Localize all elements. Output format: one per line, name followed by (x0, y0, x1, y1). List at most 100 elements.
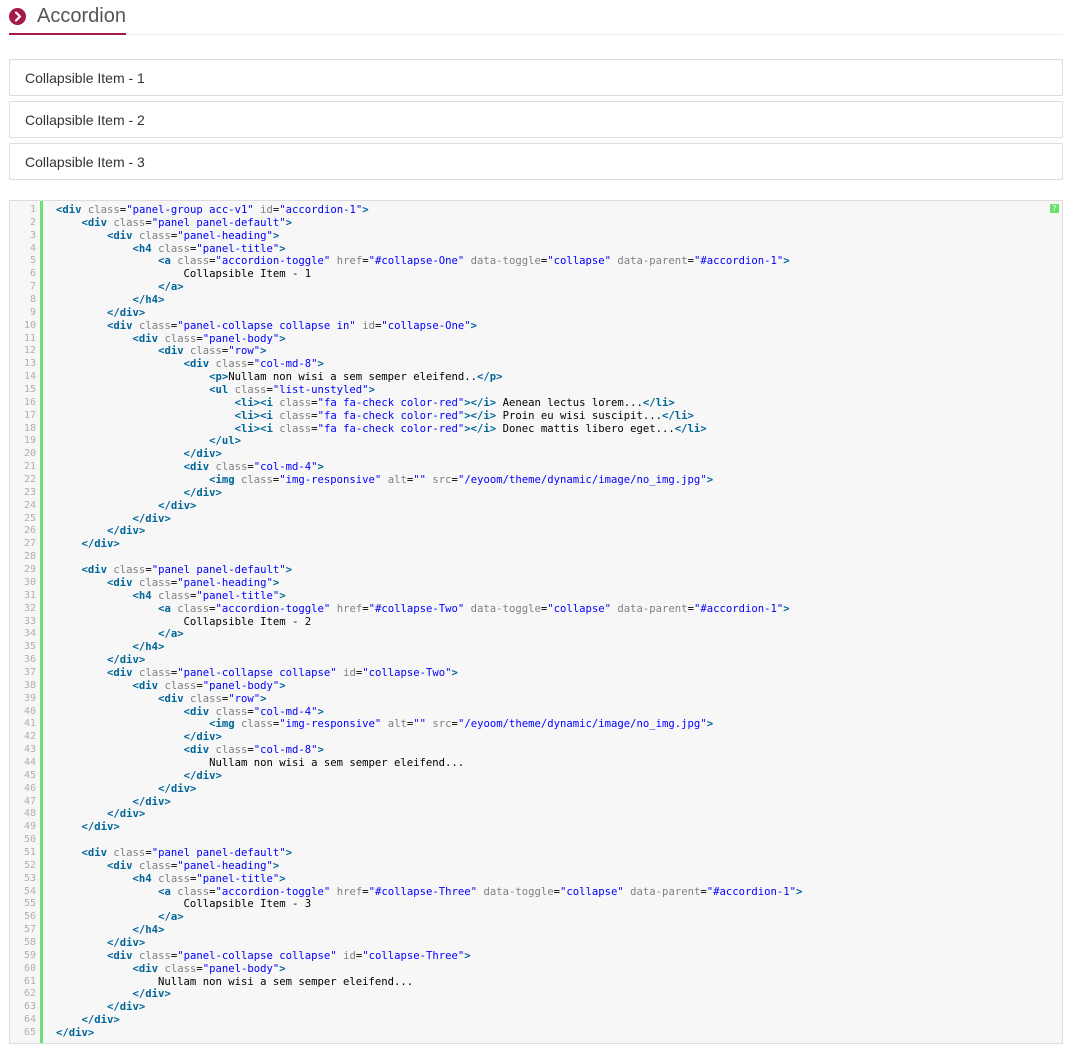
line-number: 32 (23, 602, 36, 614)
code-line: </div> (158, 782, 197, 795)
code-line: </a> (158, 628, 184, 641)
line-number: 52 (23, 859, 36, 871)
code-lines: <div class="panel-group acc-v1" id="acco… (56, 204, 1042, 1040)
line-number: 65 (23, 1027, 36, 1038)
line-number-gutter: 1 2 3 4 5 6 7 8 9 10 11 12 13 14 15 16 17 18 19 20 21 22 23 24 2… (10, 201, 43, 1043)
line-number: 7 (29, 281, 36, 293)
line-number: 61 (23, 975, 36, 987)
line-number: 19 (23, 435, 36, 447)
line-number: 5 (29, 255, 36, 267)
code-line: <h4 class="panel-title"> (132, 872, 286, 885)
line-number: 14 (23, 371, 36, 383)
line-number: 9 (29, 306, 36, 318)
line-number: 21 (23, 461, 36, 473)
line-number: 36 (23, 654, 36, 666)
code-line: </div> (183, 769, 222, 782)
code-line: </div> (183, 448, 222, 461)
line-number: 10 (23, 319, 36, 331)
line-number: 24 (23, 499, 36, 511)
code-line: </a> (158, 911, 184, 924)
code-line: </div> (81, 1014, 120, 1027)
page-title: Accordion (37, 5, 126, 27)
line-number: 3 (29, 229, 36, 241)
code-line: <div class="panel-body"> (132, 679, 286, 692)
title-underline (9, 33, 126, 35)
line-number: 51 (23, 846, 36, 858)
accordion-panel-1[interactable]: Collapsible Item - 1 (9, 59, 1063, 96)
code-line: <div class="col-md-4"> (183, 461, 324, 474)
code-line: <div class="panel-heading"> (107, 576, 280, 589)
code-line: Nullam non wisi a sem semper eleifend... (56, 975, 414, 988)
line-number: 49 (23, 821, 36, 833)
line-number: 60 (23, 962, 36, 974)
line-number: 11 (23, 332, 36, 344)
code-line: </a> (158, 281, 184, 294)
code-line: <ul class="list-unstyled"> (209, 384, 375, 397)
line-number: 48 (23, 808, 36, 820)
code-line: <div class="panel-group acc-v1" id="acco… (56, 204, 369, 216)
accordion-panel-3[interactable]: Collapsible Item - 3 (9, 143, 1063, 180)
line-number: 29 (23, 564, 36, 576)
line-number: 53 (23, 872, 36, 884)
line-number: 27 (23, 538, 36, 550)
code-line: Nullam non wisi a sem semper eleifend... (56, 756, 465, 769)
line-number: 45 (23, 769, 36, 781)
line-number: 33 (23, 615, 36, 627)
line-number: 12 (23, 345, 36, 357)
line-number: 59 (23, 949, 36, 961)
code-line: </div> (81, 821, 120, 834)
code-line: <div class="panel-body"> (132, 332, 286, 345)
code-line: <div class="panel-body"> (132, 962, 286, 975)
line-number: 30 (23, 576, 36, 588)
help-icon[interactable]: ? (1050, 204, 1059, 213)
code-line: <div class="panel-heading"> (107, 859, 280, 872)
code-line: <a class="accordion-toggle" href="#colla… (158, 602, 790, 615)
line-number: 47 (23, 795, 36, 807)
code-line: <div class="row"> (158, 692, 267, 705)
code-line: <img class="img-responsive" alt="" src="… (209, 718, 714, 731)
line-number: 16 (23, 396, 36, 408)
code-line: </h4> (132, 641, 165, 654)
line-number: 43 (23, 744, 36, 756)
line-number: 44 (23, 756, 36, 768)
accordion-toggle-2[interactable]: Collapsible Item - 2 (25, 112, 145, 128)
line-number: 50 (23, 834, 36, 846)
code-block[interactable]: 1 2 3 4 5 6 7 8 9 10 11 12 13 14 15 16 17 18 19 20 21 22 23 24 2… (9, 200, 1063, 1044)
line-number: 63 (23, 1001, 36, 1013)
code-line: Collapsible Item - 1 (56, 268, 312, 281)
accordion-panel-2[interactable]: Collapsible Item - 2 (9, 101, 1063, 138)
line-number: 23 (23, 486, 36, 498)
code-line: </div> (107, 525, 146, 538)
code-line: <img class="img-responsive" alt="" src="… (209, 474, 714, 487)
line-number: 20 (23, 448, 36, 460)
line-number: 8 (29, 294, 36, 306)
code-line: <div class="panel-collapse collapse" id=… (107, 949, 471, 962)
line-number: 64 (23, 1014, 36, 1026)
code-line: </ul> (209, 435, 241, 448)
line-number: 57 (23, 924, 36, 936)
code-line: </h4> (132, 924, 165, 937)
line-number: 13 (23, 358, 36, 370)
code-line: </div> (132, 988, 171, 1001)
line-number: 62 (23, 988, 36, 1000)
code-line: <div class="col-md-8"> (183, 358, 324, 371)
line-number: 46 (23, 782, 36, 794)
code-line: </div> (81, 538, 120, 551)
code-line: </div> (107, 808, 146, 821)
accordion-toggle-3[interactable]: Collapsible Item - 3 (25, 154, 145, 170)
line-number: 26 (23, 525, 36, 537)
code-line: </div> (132, 795, 171, 808)
line-number: 4 (29, 242, 36, 254)
code-line: <h4 class="panel-title"> (132, 242, 286, 255)
code-line: <div class="panel-heading"> (107, 229, 280, 242)
line-number: 55 (23, 898, 36, 910)
code-line: <h4 class="panel-title"> (132, 589, 286, 602)
accordion-toggle-1[interactable]: Collapsible Item - 1 (25, 70, 145, 86)
code-line: </div> (107, 1001, 146, 1014)
line-number: 54 (23, 885, 36, 897)
code-line: </div> (132, 512, 171, 525)
code-line: <div class="panel panel-default"> (81, 846, 293, 859)
code-line: </div> (183, 486, 222, 499)
